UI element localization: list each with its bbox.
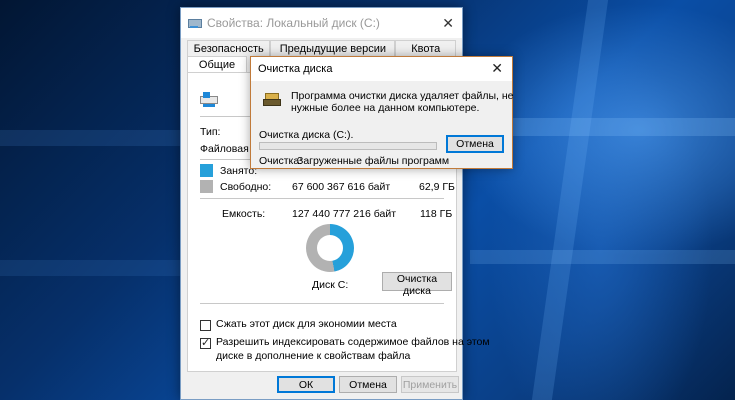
cleanup-message-line1: Программа очистки диска удаляет файлы, н… [291, 90, 514, 102]
close-icon[interactable]: ✕ [442, 15, 454, 32]
cleanup-progress-bar [259, 142, 437, 150]
disk-cleanup-dialog: Очистка диска ✕ Программа очистки диска … [250, 56, 514, 169]
hard-drive-icon [200, 91, 220, 111]
index-label-line2: диске в дополнение к свойствам файла [216, 350, 411, 362]
free-bytes: 67 600 367 616 байт [292, 181, 391, 193]
tabs-row-top: Безопасность Предыдущие версии Квота [187, 40, 456, 57]
disk-cleanup-icon [261, 91, 283, 111]
index-checkbox[interactable] [200, 336, 211, 349]
cleanup-cancel-button[interactable]: Отмена [446, 135, 504, 153]
free-color-swatch [200, 180, 213, 193]
drive-name-label: Диск C: [312, 279, 349, 291]
used-color-swatch [200, 164, 213, 177]
tab-general[interactable]: Общие [187, 56, 247, 73]
disk-usage-donut [306, 224, 354, 272]
properties-title: Свойства: Локальный диск (C:) [207, 16, 380, 30]
wallpaper-beam [0, 130, 180, 146]
capacity-label: Емкость: [222, 208, 266, 220]
cleaning-label: Очистка: [259, 155, 303, 167]
cleanup-title: Очистка диска [258, 63, 333, 75]
cancel-button[interactable]: Отмена [339, 376, 397, 393]
disk-cleanup-button[interactable]: Очистка диска [382, 272, 452, 297]
drive-icon [187, 17, 202, 29]
index-label-line1: Разрешить индексировать содержимое файло… [216, 336, 490, 348]
divider [200, 303, 444, 304]
free-label: Свободно: [220, 181, 272, 193]
cleanup-message-line2: нужные более на данном компьютере. [291, 102, 480, 114]
divider [200, 198, 444, 199]
compress-checkbox[interactable] [200, 320, 211, 331]
free-gb: 62,9 ГБ [419, 181, 455, 193]
cleaning-item: Загруженные файлы программ [297, 155, 450, 167]
tab-security[interactable]: Безопасность [187, 40, 271, 57]
capacity-gb: 118 ГБ [420, 208, 453, 220]
compress-label: Сжать этот диск для экономии места [216, 318, 397, 330]
properties-titlebar[interactable]: Свойства: Локальный диск (C:) ✕ [181, 8, 462, 38]
tab-previous-versions[interactable]: Предыдущие версии [270, 40, 396, 57]
apply-button[interactable]: Применить [401, 376, 459, 393]
cleanup-status: Очистка диска (C:). [259, 129, 354, 141]
wallpaper-beam [531, 0, 609, 400]
wallpaper-beam [0, 260, 180, 276]
cleanup-titlebar[interactable]: Очистка диска ✕ [251, 57, 512, 81]
wallpaper-beam [470, 250, 735, 264]
close-icon[interactable]: ✕ [491, 60, 503, 77]
ok-button[interactable]: ОК [277, 376, 335, 393]
type-label: Тип: [200, 126, 221, 138]
capacity-bytes: 127 440 777 216 байт [292, 208, 397, 220]
tab-quota[interactable]: Квота [395, 40, 456, 57]
